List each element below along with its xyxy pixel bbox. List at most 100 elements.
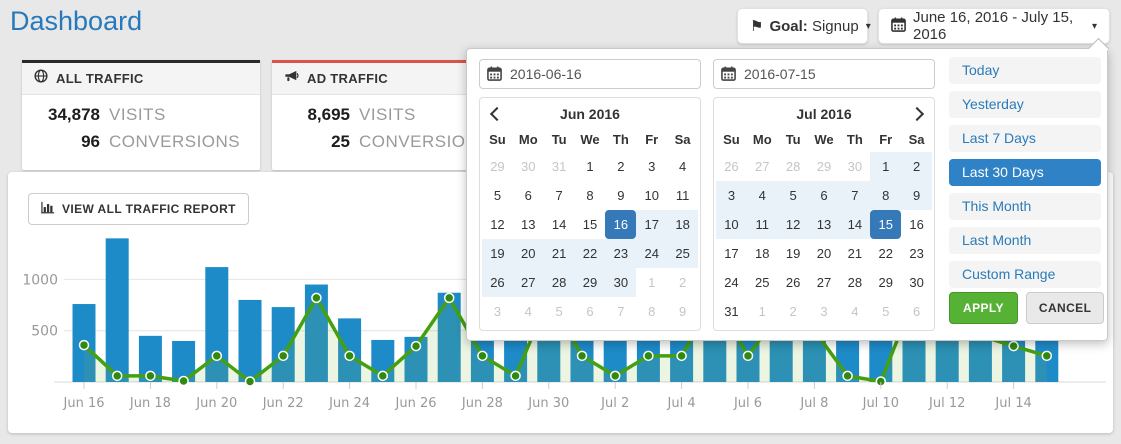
date-cell[interactable]: 18 [747,239,778,268]
date-cell[interactable]: 30 [901,268,932,297]
chevron-left-icon[interactable] [490,107,504,121]
chevron-right-icon[interactable] [910,107,924,121]
date-cell[interactable]: 24 [636,239,667,268]
date-cell[interactable]: 29 [482,152,513,181]
range-item-this-month[interactable]: This Month [949,193,1101,220]
date-cell[interactable]: 23 [901,239,932,268]
range-item-last-7-days[interactable]: Last 7 Days [949,125,1101,152]
date-cell[interactable]: 31 [716,297,747,326]
date-cell[interactable]: 4 [513,297,544,326]
date-cell[interactable]: 19 [778,239,809,268]
date-cell[interactable]: 12 [778,210,809,239]
date-cell[interactable]: 21 [839,239,870,268]
date-cell[interactable]: 16 [901,210,932,239]
date-cell[interactable]: 7 [839,181,870,210]
date-cell[interactable]: 4 [667,152,698,181]
date-cell[interactable]: 23 [605,239,636,268]
date-cell[interactable]: 10 [716,210,747,239]
date-cell[interactable]: 27 [513,268,544,297]
date-cell[interactable]: 3 [809,297,840,326]
range-item-yesterday[interactable]: Yesterday [949,91,1101,118]
date-cell[interactable]: 7 [605,297,636,326]
date-cell[interactable]: 8 [870,181,901,210]
date-cell[interactable]: 4 [839,297,870,326]
date-cell[interactable]: 26 [482,268,513,297]
date-cell[interactable]: 28 [839,268,870,297]
date-cell[interactable]: 1 [870,152,901,181]
view-all-traffic-report-button[interactable]: VIEW ALL TRAFFIC REPORT [28,193,249,225]
date-cell[interactable]: 26 [716,152,747,181]
date-cell[interactable]: 6 [809,181,840,210]
date-cell[interactable]: 2 [605,152,636,181]
all-traffic-card[interactable]: ALL TRAFFIC 34,878VISITS 96CONVERSIONS [22,60,260,170]
date-cell[interactable]: 22 [870,239,901,268]
date-cell[interactable]: 27 [747,152,778,181]
date-cell[interactable]: 30 [839,152,870,181]
range-item-last-30-days[interactable]: Last 30 Days [949,159,1101,186]
date-cell[interactable]: 9 [667,297,698,326]
date-cell[interactable]: 16 [605,210,636,239]
date-cell[interactable]: 5 [778,181,809,210]
apply-button[interactable]: APPLY [949,292,1018,324]
date-cell[interactable]: 5 [870,297,901,326]
date-cell[interactable]: 1 [575,152,606,181]
date-cell[interactable]: 14 [544,210,575,239]
goal-dropdown-button[interactable]: ⚑ Goal: Signup ▾ [737,8,868,44]
date-cell[interactable]: 25 [747,268,778,297]
date-cell[interactable]: 7 [544,181,575,210]
range-item-last-month[interactable]: Last Month [949,227,1101,254]
date-cell[interactable]: 20 [809,239,840,268]
date-cell[interactable]: 13 [809,210,840,239]
date-cell[interactable]: 9 [605,181,636,210]
date-cell[interactable]: 5 [544,297,575,326]
date-cell[interactable]: 9 [901,181,932,210]
date-cell[interactable]: 29 [809,152,840,181]
cancel-button[interactable]: CANCEL [1026,292,1104,324]
date-cell[interactable]: 25 [667,239,698,268]
date-cell[interactable]: 17 [716,239,747,268]
date-cell[interactable]: 21 [544,239,575,268]
end-date-input[interactable] [713,59,935,89]
date-cell[interactable]: 4 [747,181,778,210]
date-cell[interactable]: 2 [901,152,932,181]
date-cell[interactable]: 26 [778,268,809,297]
date-cell[interactable]: 18 [667,210,698,239]
date-range-dropdown-button[interactable]: June 16, 2016 - July 15, 2016 ▾ [878,8,1110,44]
date-cell[interactable]: 20 [513,239,544,268]
date-cell[interactable]: 13 [513,210,544,239]
date-cell[interactable]: 11 [747,210,778,239]
date-cell[interactable]: 3 [636,152,667,181]
date-cell[interactable]: 28 [778,152,809,181]
date-cell[interactable]: 11 [667,181,698,210]
date-cell[interactable]: 24 [716,268,747,297]
date-cell[interactable]: 29 [870,268,901,297]
date-cell[interactable]: 15 [870,210,901,239]
date-cell[interactable]: 15 [575,210,606,239]
date-cell[interactable]: 8 [575,181,606,210]
date-cell[interactable]: 27 [809,268,840,297]
date-cell[interactable]: 6 [901,297,932,326]
date-cell[interactable]: 28 [544,268,575,297]
range-item-custom-range[interactable]: Custom Range [949,261,1101,288]
date-cell[interactable]: 30 [605,268,636,297]
date-cell[interactable]: 30 [513,152,544,181]
date-cell[interactable]: 17 [636,210,667,239]
date-cell[interactable]: 14 [839,210,870,239]
date-cell[interactable]: 8 [636,297,667,326]
date-cell[interactable]: 10 [636,181,667,210]
date-cell[interactable]: 22 [575,239,606,268]
date-cell[interactable]: 6 [513,181,544,210]
date-cell[interactable]: 12 [482,210,513,239]
date-cell[interactable]: 19 [482,239,513,268]
range-item-today[interactable]: Today [949,57,1101,84]
date-cell[interactable]: 2 [778,297,809,326]
date-cell[interactable]: 31 [544,152,575,181]
date-cell[interactable]: 29 [575,268,606,297]
date-cell[interactable]: 5 [482,181,513,210]
date-cell[interactable]: 3 [482,297,513,326]
start-date-input[interactable] [479,59,701,89]
date-cell[interactable]: 1 [636,268,667,297]
date-cell[interactable]: 2 [667,268,698,297]
date-cell[interactable]: 3 [716,181,747,210]
date-cell[interactable]: 1 [747,297,778,326]
